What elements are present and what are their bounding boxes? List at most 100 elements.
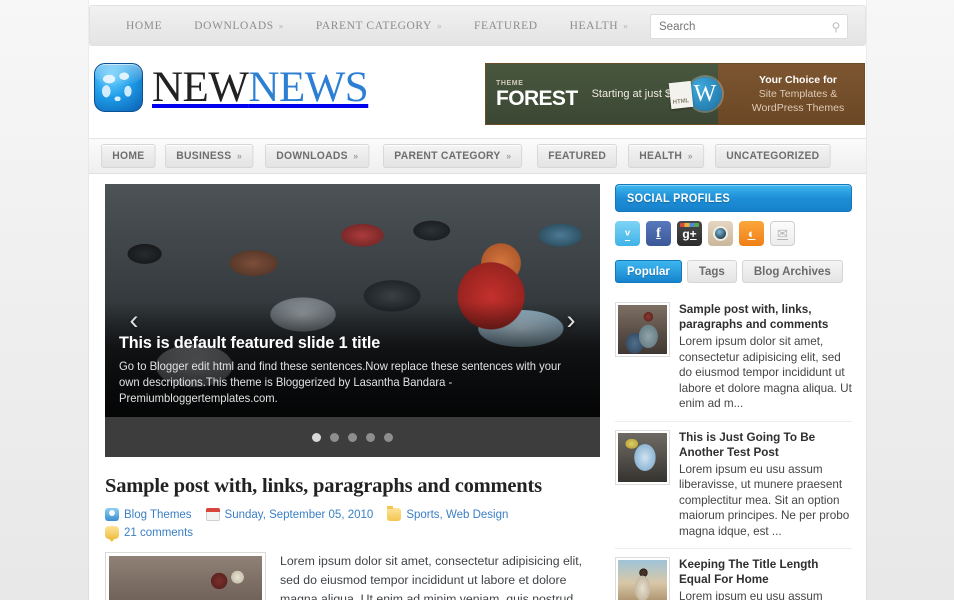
slider-title: This is default featured slide 1 title	[119, 333, 381, 352]
ad-brand-small: THEME	[496, 79, 524, 87]
calendar-icon	[205, 508, 220, 521]
main-column: This is default featured slide 1 title G…	[89, 174, 605, 600]
ad-banner-themeforest[interactable]: THEME FOREST Starting at just $10▶ HTML …	[485, 63, 865, 125]
ad-brand-large: FOREST	[496, 86, 578, 110]
ad-right-line3: WordPress Themes	[751, 102, 845, 114]
popular-excerpt: Lorem ipsum eu usu assum liberavisse, ut…	[679, 462, 850, 538]
post-categories-label: Sports, Web Design	[406, 508, 509, 521]
post-title[interactable]: Sample post with, links, paragraphs and …	[105, 475, 584, 498]
twitter-icon[interactable]: ᵛ	[615, 221, 640, 246]
chevron-down-icon: »	[688, 151, 694, 161]
post-date[interactable]: Sunday, September 05, 2010	[205, 508, 374, 521]
slider-dot-5[interactable]	[384, 432, 393, 442]
site-title-part1: NEW	[152, 64, 249, 111]
search-box[interactable]: ⚲	[650, 14, 848, 39]
facebook-icon[interactable]: f	[646, 221, 671, 246]
nav-item-health[interactable]: HEALTH »	[628, 144, 705, 168]
topnav-item-parent-category[interactable]: PARENT CATEGORY »	[300, 20, 458, 32]
post-thumbnail-image	[109, 556, 262, 600]
html-document-icon: HTML	[668, 80, 694, 110]
popular-thumbnail	[615, 429, 670, 485]
popular-excerpt: Lorem ipsum eu usu assum liberavisse, ut…	[679, 590, 823, 600]
topnav-label: HOME	[126, 19, 163, 32]
tab-popular[interactable]: Popular	[615, 260, 682, 283]
popular-thumbnail	[615, 557, 670, 600]
topnav-label: FEATURED	[474, 19, 538, 32]
html-doc-label: HTML	[672, 98, 690, 106]
nav-label: HEALTH	[639, 150, 683, 162]
nav-label: FEATURED	[548, 150, 606, 162]
slider-dot-4[interactable]	[366, 432, 375, 442]
search-icon[interactable]: ⚲	[825, 20, 847, 34]
chevron-down-icon: »	[237, 151, 243, 161]
post-date-label: Sunday, September 05, 2010	[224, 508, 374, 521]
ad-right-line2: Site Templates &	[758, 88, 838, 100]
topnav-item-downloads[interactable]: DOWNLOADS »	[178, 20, 300, 32]
slider-dot-1[interactable]	[312, 432, 321, 442]
nav-item-parent-category[interactable]: PARENT CATEGORY »	[382, 144, 522, 168]
nav-label: HOME	[112, 150, 145, 162]
post-author[interactable]: Blog Themes	[105, 508, 192, 521]
nav-label: PARENT CATEGORY	[393, 150, 501, 162]
folder-icon	[387, 506, 402, 521]
slider-description: Go to Blogger edit html and find these s…	[119, 360, 561, 405]
topnav-item-home[interactable]: HOME	[110, 20, 178, 32]
popular-title[interactable]: This is Just Going To Be Another Test Po…	[679, 430, 852, 460]
post-thumbnail[interactable]	[105, 552, 266, 600]
email-icon[interactable]: ✉	[770, 221, 795, 246]
site-title-part2: NEWS	[248, 64, 369, 111]
featured-slider[interactable]: This is default featured slide 1 title G…	[105, 184, 600, 457]
popular-thumbnail	[615, 302, 670, 357]
popular-thumbnail-image	[618, 432, 667, 482]
nav-label: UNCATEGORIZED	[726, 150, 820, 162]
slider-caption: This is default featured slide 1 title G…	[119, 333, 586, 407]
social-profiles-widget-header: SOCIAL PROFILES	[615, 184, 852, 212]
list-item[interactable]: This is Just Going To Be Another Test Po…	[615, 422, 852, 549]
popular-thumbnail-image	[618, 305, 667, 354]
nav-item-downloads[interactable]: DOWNLOADS »	[265, 144, 370, 168]
search-input[interactable]	[651, 15, 825, 38]
topnav-label: HEALTH	[569, 19, 619, 32]
popular-text: This is Just Going To Be Another Test Po…	[679, 430, 852, 540]
ad-artwork: HTML W	[666, 64, 744, 124]
tab-tags[interactable]: Tags	[686, 260, 737, 283]
topnav-item-health[interactable]: HEALTH »	[554, 20, 645, 32]
list-item[interactable]: Keeping The Title Length Equal For Home …	[615, 549, 852, 600]
topnav-label: DOWNLOADS	[194, 19, 274, 32]
social-icon-list: ᵛ f g+ ◐ ✉	[615, 221, 852, 246]
list-item[interactable]: Sample post with, links, paragraphs and …	[615, 294, 852, 422]
social-profiles-title: SOCIAL PROFILES	[627, 191, 731, 205]
globe-icon	[94, 63, 143, 112]
slider-dot-3[interactable]	[348, 432, 357, 442]
post-article: Sample post with, links, paragraphs and …	[105, 457, 605, 600]
post-meta: Blog Themes Sunday, September 05, 2010 S…	[105, 506, 584, 542]
post-comments-label: 21 comments	[124, 526, 194, 539]
rss-icon[interactable]: ◐	[739, 221, 764, 246]
post-comments[interactable]: 21 comments	[105, 526, 194, 542]
nav-item-business[interactable]: BUSINESS »	[165, 144, 254, 168]
popular-title[interactable]: Sample post with, links, paragraphs and …	[679, 302, 852, 332]
ad-right-line1: Your Choice for	[759, 74, 837, 86]
nav-item-featured[interactable]: FEATURED	[536, 144, 618, 168]
nav-label: DOWNLOADS	[276, 150, 348, 162]
chevron-down-icon: »	[505, 151, 511, 161]
nav-item-home[interactable]: HOME	[101, 144, 156, 168]
google-plus-icon[interactable]: g+	[677, 221, 702, 246]
tab-blog-archives[interactable]: Blog Archives	[741, 260, 843, 283]
chevron-right-icon[interactable]: ›	[560, 305, 582, 337]
chevron-down-icon: »	[623, 20, 629, 31]
popular-title[interactable]: Keeping The Title Length Equal For Home	[679, 557, 852, 587]
nav-label: BUSINESS	[176, 150, 232, 162]
popular-text: Sample post with, links, paragraphs and …	[679, 302, 852, 412]
instagram-icon[interactable]	[708, 221, 733, 246]
post-body: Lorem ipsum dolor sit amet, consectetur …	[105, 552, 584, 600]
post-categories[interactable]: Sports, Web Design	[387, 506, 509, 521]
site-logo[interactable]: NEWNEWS	[94, 63, 369, 112]
popular-thumbnail-image	[618, 560, 667, 600]
main-navigation: HOME BUSINESS » DOWNLOADS » PARENT CATEGOR…	[89, 138, 866, 174]
topnav-item-featured[interactable]: FEATURED	[458, 20, 554, 32]
nav-item-uncategorized[interactable]: UNCATEGORIZED	[715, 144, 831, 168]
popular-text: Keeping The Title Length Equal For Home …	[679, 557, 852, 600]
slider-dot-2[interactable]	[330, 432, 339, 442]
chevron-left-icon[interactable]: ‹	[123, 305, 145, 337]
